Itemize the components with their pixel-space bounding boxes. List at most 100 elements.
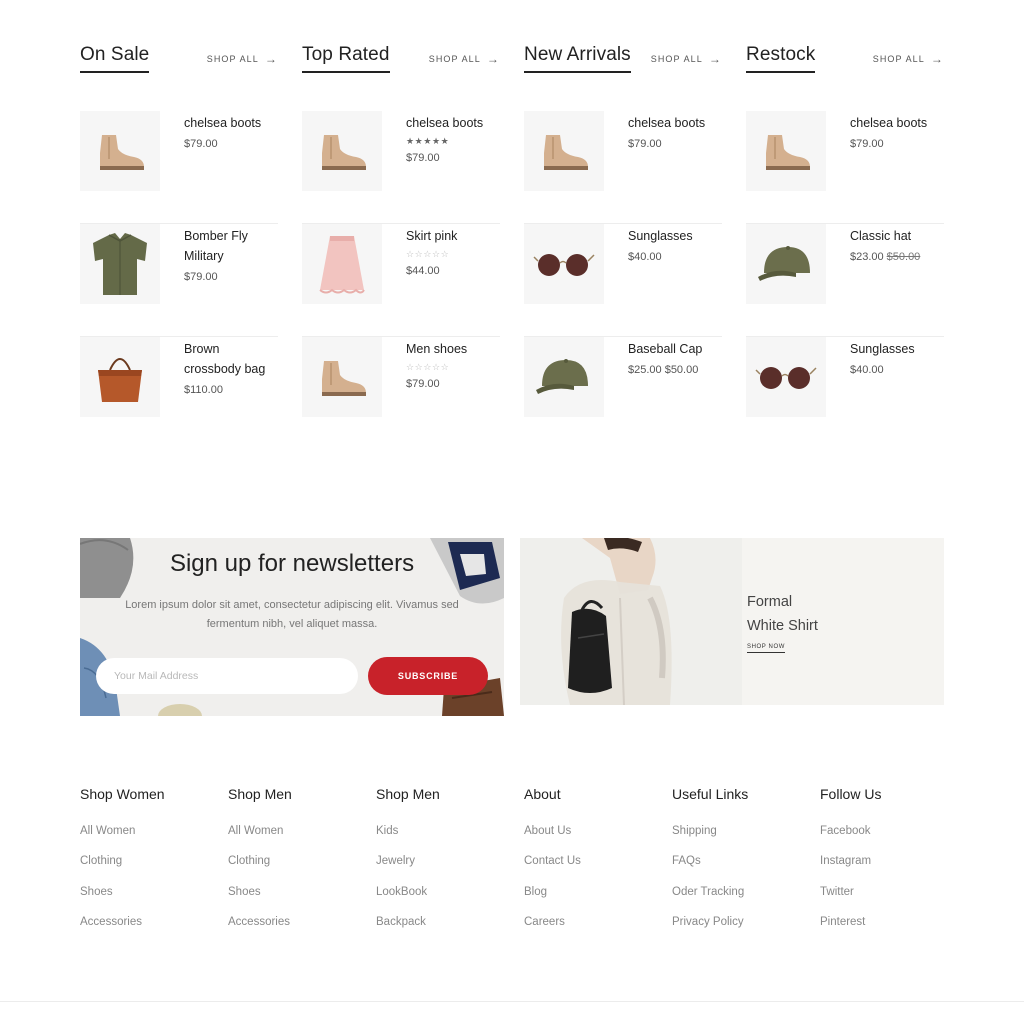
- footer-column-title: Useful Links: [672, 786, 749, 802]
- footer-link[interactable]: Twitter: [820, 885, 960, 915]
- star-rating: ☆☆☆☆☆: [406, 362, 450, 372]
- sunglasses-icon: [533, 254, 595, 276]
- product-item: Sunglasses $40.00: [746, 337, 944, 450]
- promo-banner: Formal White Shirt SHOP NOW: [520, 538, 944, 705]
- product-price: $44.00: [406, 265, 440, 277]
- footer-link[interactable]: Privacy Policy: [672, 915, 812, 945]
- shirt-icon: [93, 233, 147, 295]
- column-header: On Sale SHOP ALL →: [80, 44, 278, 74]
- product-price: $79.00: [184, 271, 218, 283]
- product-name[interactable]: Men shoes: [406, 342, 467, 356]
- footer-link[interactable]: Jewelry: [376, 854, 516, 884]
- boot-icon: [100, 135, 144, 170]
- column-header: New Arrivals SHOP ALL →: [524, 44, 722, 74]
- shop-now-link[interactable]: SHOP NOW: [747, 644, 786, 653]
- footer-link[interactable]: Careers: [524, 915, 664, 945]
- product-item: Skirt pink ☆☆☆☆☆ $44.00: [302, 224, 500, 337]
- footer-column-about: About About Us Contact Us Blog Careers: [524, 786, 664, 945]
- product-name[interactable]: Brown crossbody bag: [184, 342, 265, 376]
- product-thumbnail[interactable]: [302, 111, 382, 191]
- promo-model-image[interactable]: [520, 538, 742, 705]
- email-input[interactable]: [96, 658, 358, 694]
- shop-all-link[interactable]: SHOP ALL →: [873, 51, 944, 66]
- footer-link[interactable]: Facebook: [820, 824, 960, 854]
- shop-all-link[interactable]: SHOP ALL →: [651, 51, 722, 66]
- footer-link-list: About Us Contact Us Blog Careers: [524, 824, 664, 945]
- product-thumbnail[interactable]: [524, 337, 604, 417]
- footer-link[interactable]: All Women: [80, 824, 220, 854]
- product-thumbnail[interactable]: [524, 224, 604, 304]
- product-item: Baseball Cap $25.00 $50.00: [524, 337, 722, 450]
- footer-link[interactable]: Blog: [524, 885, 664, 915]
- promo-title-line-2: White Shirt: [747, 618, 818, 634]
- product-info: Men shoes ☆☆☆☆☆ $79.00: [406, 339, 500, 391]
- footer-column-shop-women: Shop Women All Women Clothing Shoes Acce…: [80, 786, 220, 945]
- footer-link[interactable]: Backpack: [376, 915, 516, 945]
- product-name[interactable]: Baseball Cap: [628, 342, 702, 356]
- product-item: chelsea boots $79.00: [746, 111, 944, 224]
- footer-link[interactable]: Accessories: [80, 915, 220, 945]
- product-item: chelsea boots $79.00: [524, 111, 722, 224]
- shop-all-label: SHOP ALL: [206, 54, 259, 64]
- promo-title-line-1: Formal: [747, 594, 793, 610]
- product-price: $79.00: [850, 138, 884, 150]
- newsletter-description: Lorem ipsum dolor sit amet, consectetur …: [125, 599, 459, 630]
- product-thumbnail[interactable]: [302, 224, 382, 304]
- footer-link-list: Shipping FAQs Oder Tracking Privacy Poli…: [672, 824, 812, 945]
- product-name[interactable]: chelsea boots: [184, 116, 261, 130]
- sunglasses-icon: [755, 367, 817, 389]
- product-price: $25.00 $50.00: [628, 364, 699, 376]
- product-name[interactable]: chelsea boots: [406, 116, 483, 130]
- product-thumbnail[interactable]: [80, 337, 160, 417]
- footer-link[interactable]: All Women: [228, 824, 368, 854]
- footer-link-list: All Women Clothing Shoes Accessories: [80, 824, 220, 945]
- arrow-right-icon: →: [264, 52, 278, 66]
- footer-link[interactable]: Shipping: [672, 824, 812, 854]
- product-name[interactable]: chelsea boots: [850, 116, 927, 130]
- footer-link[interactable]: Accessories: [228, 915, 368, 945]
- product-thumbnail[interactable]: [302, 337, 382, 417]
- footer-link[interactable]: Pinterest: [820, 915, 960, 945]
- footer-link[interactable]: Kids: [376, 824, 516, 854]
- product-info: Classic hat $23.00 $50.00: [850, 226, 944, 264]
- product-thumbnail[interactable]: [80, 224, 160, 304]
- product-name[interactable]: Skirt pink: [406, 229, 457, 243]
- product-thumbnail[interactable]: [746, 224, 826, 304]
- product-price: $79.00: [406, 152, 440, 164]
- shop-all-link[interactable]: SHOP ALL →: [429, 51, 500, 66]
- cap-icon: [758, 246, 810, 281]
- product-name[interactable]: chelsea boots: [628, 116, 705, 130]
- product-thumbnail[interactable]: [746, 111, 826, 191]
- footer-link[interactable]: Shoes: [80, 885, 220, 915]
- product-name[interactable]: Sunglasses: [850, 342, 915, 356]
- footer-link[interactable]: FAQs: [672, 854, 812, 884]
- footer-link[interactable]: LookBook: [376, 885, 516, 915]
- column-title: Top Rated: [302, 44, 390, 73]
- product-item: Sunglasses $40.00: [524, 224, 722, 337]
- subscribe-button[interactable]: SUBSCRIBE: [368, 657, 488, 695]
- footer-link-list: Facebook Instagram Twitter Pinterest: [820, 824, 960, 945]
- footer-link[interactable]: About Us: [524, 824, 664, 854]
- product-name[interactable]: Sunglasses: [628, 229, 693, 243]
- product-price: $23.00 $50.00: [850, 250, 944, 264]
- footer-link[interactable]: Clothing: [80, 854, 220, 884]
- shop-all-link[interactable]: SHOP ALL →: [206, 51, 278, 66]
- product-thumbnail[interactable]: [80, 111, 160, 191]
- product-column-new-arrivals: New Arrivals SHOP ALL → chelsea boots $79…: [524, 44, 722, 417]
- footer-link[interactable]: Instagram: [820, 854, 960, 884]
- product-item: Men shoes ☆☆☆☆☆ $79.00: [302, 337, 500, 450]
- newsletter-banner: Sign up for newsletters Lorem ipsum dolo…: [80, 538, 504, 716]
- column-title: On Sale: [80, 44, 150, 73]
- arrow-right-icon: →: [930, 52, 944, 66]
- product-name[interactable]: Bomber Fly Military: [184, 229, 248, 263]
- footer-link[interactable]: Shoes: [228, 885, 368, 915]
- footer-link[interactable]: Contact Us: [524, 854, 664, 884]
- newsletter-title: Sign up for newsletters: [169, 550, 415, 577]
- footer-link[interactable]: Oder Tracking: [672, 885, 812, 915]
- product-name[interactable]: Classic hat: [850, 229, 911, 243]
- footer-link[interactable]: Clothing: [228, 854, 368, 884]
- product-thumbnail[interactable]: [524, 111, 604, 191]
- product-thumbnail[interactable]: [746, 337, 826, 417]
- footer-divider: [0, 1001, 1024, 1002]
- column-title: Restock: [746, 44, 816, 73]
